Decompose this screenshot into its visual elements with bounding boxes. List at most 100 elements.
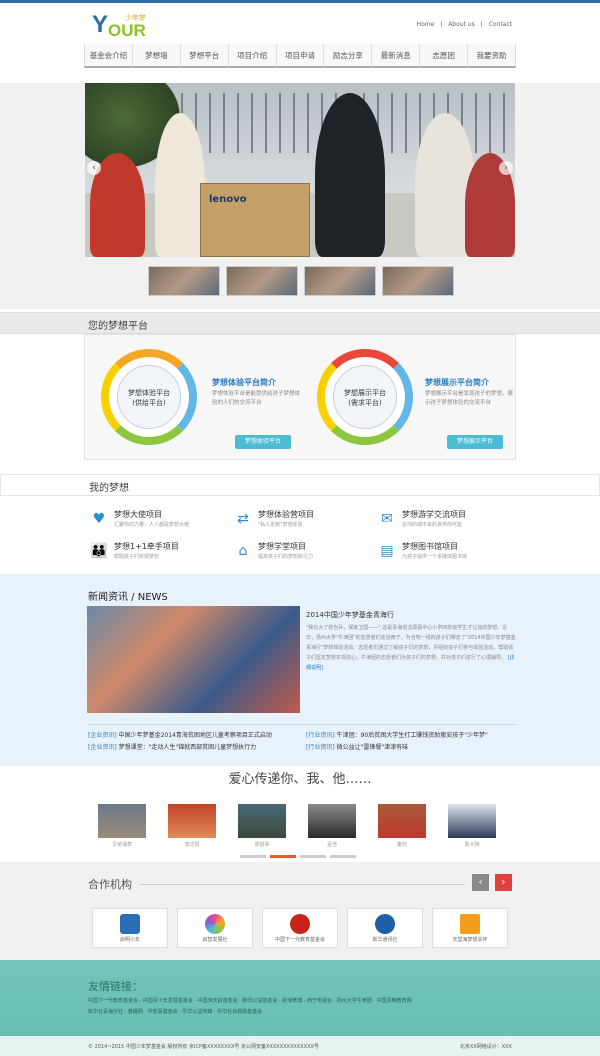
nav-item-volunteers[interactable]: 志愿团	[419, 44, 468, 68]
carousel-pager	[240, 855, 356, 858]
item-title: 梦想大使项目	[114, 510, 162, 519]
nav-item-foundation[interactable]: 基金会介绍	[84, 44, 132, 68]
news-list-item[interactable]: [企业资讯] 梦想课堂："走动人生"锦就西部贫困儿童梦想执行力	[88, 742, 256, 751]
hero-banner[interactable]: lenovo ‹ ›	[85, 83, 515, 257]
volunteer-name: 秦坊	[396, 842, 407, 848]
partners-prev-button[interactable]: ‹	[472, 874, 489, 891]
news-featured-image[interactable]	[87, 606, 300, 713]
dream-ambassador-item[interactable]: ♥ 梦想大使项目 汇聚你的力量，人人都是梦想大使	[86, 506, 218, 532]
volunteer-photo	[168, 804, 216, 838]
news-featured-title[interactable]: 2014中国少年梦基金青海行	[306, 610, 394, 620]
nav-item-dream-wall[interactable]: 梦想墙	[131, 44, 180, 68]
friend-link[interactable]: 中国青少年发展基金会	[143, 998, 193, 1004]
nav-item-share[interactable]: 励志分享	[323, 44, 372, 68]
dream-study-tour-item[interactable]: ✉ 梦想游学交流项目 在你的城市来的世界你可能	[374, 506, 506, 532]
nav-item-apply[interactable]: 项目申请	[275, 44, 324, 68]
home-link[interactable]: Home	[417, 21, 435, 28]
nav-item-projects[interactable]: 项目介绍	[227, 44, 276, 68]
partner-logo[interactable]: 中国下一代教育基金会	[262, 908, 338, 948]
about-link[interactable]: About us	[448, 21, 475, 28]
volunteer-card[interactable]: 李华阳	[168, 804, 216, 848]
news-list-item[interactable]: [行业资讯] 微公益让"雷锋餐"津津有味	[306, 742, 408, 751]
friend-link[interactable]: 中国宋庆龄基金会	[198, 998, 238, 1004]
nav-item-news[interactable]: 最新消息	[371, 44, 420, 68]
partner-logo[interactable]: 启智发展社	[177, 908, 253, 948]
platform-section: 梦想体验平台 (供给平台) 梦想体验平台简介 梦想体验平台是能提供给孩子梦想体验…	[84, 334, 516, 460]
volunteer-card[interactable]: 翠鸽琴	[238, 804, 286, 848]
news-featured-body: "我长大了想当兵，保家卫国——" 这是青海省湟源县中心小学四年级学生才让加的梦想…	[306, 623, 516, 673]
link-separator: |	[480, 21, 483, 28]
dream-hand-in-hand-item[interactable]: 👪 梦想1+1牵手项目 帮助孩子们实现梦想	[86, 538, 218, 564]
chat-icon: ✉	[381, 511, 393, 527]
thumbnail[interactable]	[148, 266, 220, 296]
logo-chinese: 少年梦	[125, 14, 146, 22]
dreams-section-header: 我的梦想	[0, 474, 600, 496]
partners-divider	[140, 884, 465, 885]
partner-mark	[460, 914, 480, 934]
top-links: Home | About us | Contact	[415, 21, 514, 28]
contact-link[interactable]: Contact	[489, 21, 512, 28]
pager-dot[interactable]	[240, 855, 266, 858]
friend-link[interactable]: 新华社青海分社	[88, 1009, 123, 1015]
news-link[interactable]: 微公益让"雷锋餐"津津有味	[337, 744, 409, 751]
partners-next-button[interactable]: ›	[495, 874, 512, 891]
hero-next-button[interactable]: ›	[499, 161, 513, 175]
volunteer-carousel: 贝桥涌梦 李华阳 翠鸽琴 孟浩 秦坊 周大刚	[98, 804, 496, 848]
showcase-platform-button[interactable]: 梦想展示平台	[447, 435, 503, 449]
experience-platform-button[interactable]: 梦想体验平台	[235, 435, 291, 449]
news-link[interactable]: 梦想课堂："走动人生"锦就西部贫困儿童梦想执行力	[119, 744, 257, 751]
friend-link[interactable]: 中安民基金会	[148, 1009, 178, 1015]
friend-link[interactable]: 新浪微博	[282, 998, 302, 1004]
friend-links-heading: 友情链接：	[88, 980, 143, 993]
partner-logo[interactable]: 启明小年	[92, 908, 168, 948]
pager-dot[interactable]	[300, 855, 326, 858]
experience-platform-ring: 梦想体验平台 (供给平台)	[101, 349, 197, 445]
volunteer-name: 孟浩	[326, 842, 337, 848]
experience-platform-desc: 梦想体验平台是能提供给孩子梦想体验的人们的交流平台	[212, 391, 301, 406]
partner-name: 启明小年	[119, 937, 140, 943]
pager-dot[interactable]	[330, 855, 356, 858]
friend-link[interactable]: 牛华公益传媒	[182, 1009, 212, 1015]
news-link[interactable]: 牛津团：90后贫困大学生打工赚钱资助瘦安孩子"少年梦"	[337, 732, 488, 739]
news-list-item[interactable]: [企业资讯] 中国少年梦基金2014青海贫困地区儿童考察项目正式启动	[88, 730, 272, 739]
nav-item-donate[interactable]: 我要资助	[467, 44, 517, 68]
pager-dot-active[interactable]	[270, 855, 296, 858]
partner-logo[interactable]: 天堂海梦想关怀	[432, 908, 508, 948]
thumbnail[interactable]	[304, 266, 376, 296]
friend-link[interactable]: 中国下一代教育基金会	[88, 998, 138, 1004]
thumbnail[interactable]	[382, 266, 454, 296]
friend-link[interactable]: 腾讯公益基金会	[242, 998, 277, 1004]
dream-camp-item[interactable]: ⇄ 梦想体验营项目 "私人定制"梦想体验	[230, 506, 362, 532]
item-subtitle: 帮助孩子们实现梦想	[114, 554, 160, 560]
volunteer-name: 翠鸽琴	[254, 842, 270, 848]
news-category: [行业资讯]	[306, 732, 335, 739]
volunteer-card[interactable]: 孟浩	[308, 804, 356, 848]
item-title: 梦想游学交流项目	[402, 510, 466, 519]
dream-school-item[interactable]: ⌂ 梦想学堂项目 提高孩子们的梦想执行力	[230, 538, 362, 564]
nav-item-dream-platform[interactable]: 梦想平台	[179, 44, 228, 68]
hero-donation-box: lenovo	[200, 183, 310, 257]
volunteer-card[interactable]: 周大刚	[448, 804, 496, 848]
volunteer-photo	[448, 804, 496, 838]
news-category: [企业资讯]	[88, 744, 117, 751]
experience-platform-title: 梦想体验平台简介	[212, 378, 276, 387]
partner-name: 启智发展社	[202, 937, 228, 943]
friend-link[interactable]: 春播网	[128, 1009, 143, 1015]
designer-credit[interactable]: 北京XX网络设计：XXX	[460, 1043, 512, 1050]
dream-library-item[interactable]: ▤ 梦想图书馆项目 为孩子提供一个多媒体图书馆	[374, 538, 506, 564]
hero-prev-button[interactable]: ‹	[87, 161, 101, 175]
friend-link[interactable]: 中国贵精教育网	[377, 998, 412, 1004]
news-list-item[interactable]: [行业资讯] 牛津团：90后贫困大学生打工赚钱资助瘦安孩子"少年梦"	[306, 730, 488, 739]
thumbnail[interactable]	[226, 266, 298, 296]
friend-link[interactable]: 中华社会救助基金会	[217, 1009, 262, 1015]
news-link[interactable]: 中国少年梦基金2014青海贫困地区儿童考察项目正式启动	[119, 732, 272, 739]
document-icon: ▤	[380, 543, 394, 559]
volunteer-card[interactable]: 秦坊	[378, 804, 426, 848]
friend-link[interactable]: 扬州大学牛津团	[337, 998, 372, 1004]
friend-link[interactable]: 西宁电视台	[307, 998, 332, 1004]
partner-logo[interactable]: 新华通讯社	[347, 908, 423, 948]
news-category: [行业资讯]	[306, 744, 335, 751]
exchange-icon: ⇄	[237, 511, 249, 527]
volunteer-card[interactable]: 贝桥涌梦	[98, 804, 146, 848]
logo[interactable]: Y OUR 少年梦	[92, 9, 152, 40]
